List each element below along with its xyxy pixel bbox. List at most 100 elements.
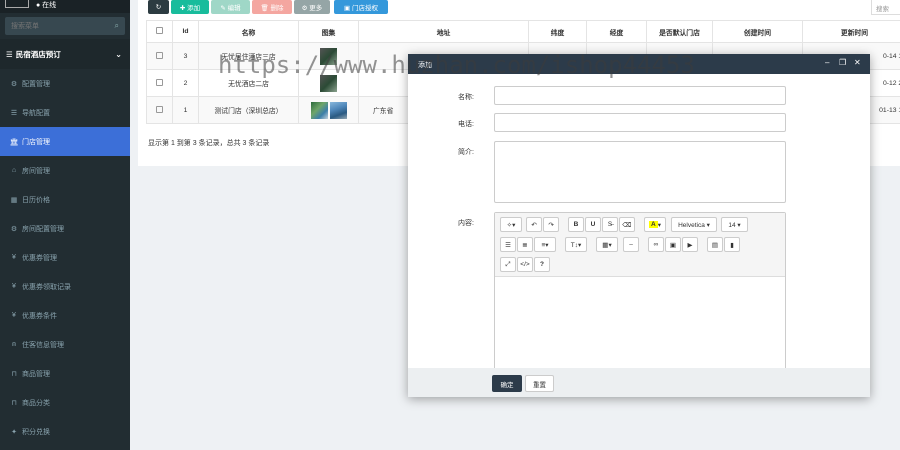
- file-icon[interactable]: ▮: [724, 237, 740, 252]
- editor-content-area[interactable]: [495, 277, 785, 371]
- upload-image-icon[interactable]: ▤: [707, 237, 723, 252]
- header-default-store[interactable]: 是否默认门店: [646, 20, 713, 43]
- name-input[interactable]: [494, 86, 786, 105]
- chevron-down-icon: ⌄: [115, 49, 122, 59]
- toolbar: ↻ ✚ 添加 ✎ 编辑 🗑 删除 ⚙ 更多 ▣ 门店授权 搜索: [138, 0, 900, 20]
- header-id[interactable]: Id: [172, 20, 199, 43]
- bold-icon[interactable]: B: [568, 217, 584, 232]
- sidebar-item[interactable]: ⌂ 房间管理: [0, 156, 130, 185]
- sidebar-item[interactable]: 🏛 门店管理: [0, 127, 130, 156]
- sidebar-item-label: 优惠券条件: [22, 312, 57, 320]
- intro-textarea[interactable]: [494, 141, 786, 203]
- phone-input[interactable]: [494, 113, 786, 132]
- line-height-icon[interactable]: T↕▾: [565, 237, 587, 252]
- table-icon[interactable]: ▦▾: [596, 237, 618, 252]
- sidebar-item-label: 配置管理: [22, 80, 50, 88]
- fullscreen-icon[interactable]: ⤢: [500, 257, 516, 272]
- font-size-select[interactable]: 14 ▾: [721, 217, 748, 232]
- eraser-icon[interactable]: ⌫: [619, 217, 635, 232]
- refresh-button[interactable]: ↻: [148, 0, 169, 14]
- table-header-row: Id 名称 图集 地址 纬度 经度 是否默认门店 创建时间 更新时间: [146, 20, 900, 43]
- gallery-thumbnail[interactable]: [320, 47, 337, 65]
- row-checkbox[interactable]: [156, 51, 163, 59]
- editor-toolbar: ✧▾ ↶ ↷ B U S̶ ⌫ A ▾ Helvetica ▾ 14 ▾ ☰ ≣ …: [495, 213, 785, 277]
- header-name[interactable]: 名称: [198, 20, 299, 43]
- avatar: [5, 0, 29, 8]
- sidebar-item[interactable]: ▦ 日历价格: [0, 185, 130, 214]
- sidebar-item[interactable]: ☰ 导航配置: [0, 98, 130, 127]
- dialog-title: 添加: [418, 62, 432, 69]
- add-button[interactable]: ✚ 添加: [171, 0, 209, 14]
- sidebar-item-label: 优惠券管理: [22, 254, 57, 262]
- header-created[interactable]: 创建时间: [712, 20, 803, 43]
- paragraph-align-icon[interactable]: ≡▾: [534, 237, 556, 252]
- maximize-icon[interactable]: ❐: [839, 58, 846, 67]
- cell-name: 无忧居住酒店三店: [198, 42, 299, 70]
- minimize-icon[interactable]: –: [825, 58, 829, 67]
- text-color-icon[interactable]: A ▾: [644, 217, 666, 232]
- reset-button[interactable]: 重置: [525, 375, 554, 392]
- more-button[interactable]: ⚙ 更多: [294, 0, 330, 14]
- row-checkbox[interactable]: [156, 78, 163, 86]
- sidebar-group-hotel[interactable]: ☰ 民宿酒店预订 ⌄: [0, 39, 130, 69]
- sidebar-item[interactable]: ✦ 积分兑换: [0, 417, 130, 446]
- header-gallery[interactable]: 图集: [298, 20, 359, 43]
- underline-icon[interactable]: U: [585, 217, 601, 232]
- delete-button[interactable]: 🗑 删除: [252, 0, 292, 14]
- font-family-select[interactable]: Helvetica ▾: [671, 217, 717, 232]
- sidebar-item[interactable]: ⊓ 商品管理: [0, 359, 130, 388]
- bank-icon: 🏛: [9, 138, 19, 146]
- sidebar-item-label: 日历价格: [22, 196, 50, 204]
- header-longitude[interactable]: 经度: [586, 20, 647, 43]
- magic-wand-icon[interactable]: ✧▾: [500, 217, 522, 232]
- redo-icon[interactable]: ↷: [543, 217, 559, 232]
- code-view-icon[interactable]: </>: [517, 257, 533, 272]
- pagination-info: 显示第 1 到第 3 条记录，总共 3 条记录: [148, 140, 270, 147]
- sidebar-item[interactable]: ⚙ 配置管理: [0, 69, 130, 98]
- sidebar-item-label: 优惠券领取记录: [22, 283, 71, 291]
- image-icon[interactable]: ▣: [665, 237, 681, 252]
- link-icon[interactable]: ∞: [648, 237, 664, 252]
- gallery-thumbnail[interactable]: [329, 101, 347, 119]
- video-icon[interactable]: ▶: [682, 237, 698, 252]
- sidebar-item[interactable]: ⊓ 商品分类: [0, 388, 130, 417]
- undo-icon[interactable]: ↶: [526, 217, 542, 232]
- table-search-input[interactable]: 搜索: [871, 0, 900, 15]
- sidebar-item[interactable]: ⚙ 房间配置管理: [0, 214, 130, 243]
- add-dialog: 添加 – ❐ ✕ 名称: 电话: 简介: 内容: ✧▾ ↶ ↷ B U S̶ ⌫…: [408, 54, 870, 397]
- sidebar-search: ⌕: [0, 13, 130, 39]
- yen-icon: ¥: [12, 254, 16, 261]
- sidebar-item[interactable]: ¥ 优惠券管理: [0, 243, 130, 272]
- edit-button[interactable]: ✎ 编辑: [211, 0, 250, 14]
- close-icon[interactable]: ✕: [854, 58, 861, 67]
- header-select-all[interactable]: [146, 20, 173, 43]
- search-icon[interactable]: ⌕: [115, 21, 119, 31]
- help-icon[interactable]: ?: [534, 257, 550, 272]
- sidebar-search-input[interactable]: [5, 17, 125, 35]
- row-checkbox[interactable]: [156, 105, 163, 113]
- sidebar-group-label: 民宿酒店预订: [15, 49, 61, 59]
- sidebar-item[interactable]: ¥ 优惠券条件: [0, 301, 130, 330]
- select-all-checkbox[interactable]: [156, 27, 163, 34]
- cell-id: 2: [172, 69, 199, 97]
- horizontal-rule-icon[interactable]: –: [623, 237, 639, 252]
- sidebar-item-label: 积分兑换: [22, 428, 50, 436]
- sidebar: ● 在线 ⌕ ☰ 民宿酒店预订 ⌄ ⚙ 配置管理 ☰ 导航配置 🏛门店管理 ⌂ 房间管理 ▦ 日…: [0, 0, 130, 450]
- confirm-button[interactable]: 确定: [492, 375, 522, 392]
- sidebar-item[interactable]: ⍝ 住客信息管理: [0, 330, 130, 359]
- gallery-thumbnail[interactable]: [310, 101, 328, 119]
- gift-icon: ✦: [11, 428, 17, 436]
- sidebar-item[interactable]: ¥ 优惠券领取记录: [0, 272, 130, 301]
- unordered-list-icon[interactable]: ☰: [500, 237, 516, 252]
- store-auth-button[interactable]: ▣ 门店授权: [334, 0, 388, 14]
- header-updated[interactable]: 更新时间: [802, 20, 900, 43]
- ordered-list-icon[interactable]: ≣: [517, 237, 533, 252]
- cell-name: 无忧酒店二店: [198, 69, 299, 97]
- sidebar-item-label: 商品管理: [22, 370, 50, 378]
- gallery-thumbnail[interactable]: [320, 74, 337, 92]
- header-address[interactable]: 地址: [358, 20, 529, 43]
- sidebar-item-label: 门店管理: [22, 138, 50, 146]
- header-latitude[interactable]: 纬度: [528, 20, 587, 43]
- strikethrough-icon[interactable]: S̶: [602, 217, 618, 232]
- list-icon: ☰: [10, 109, 18, 117]
